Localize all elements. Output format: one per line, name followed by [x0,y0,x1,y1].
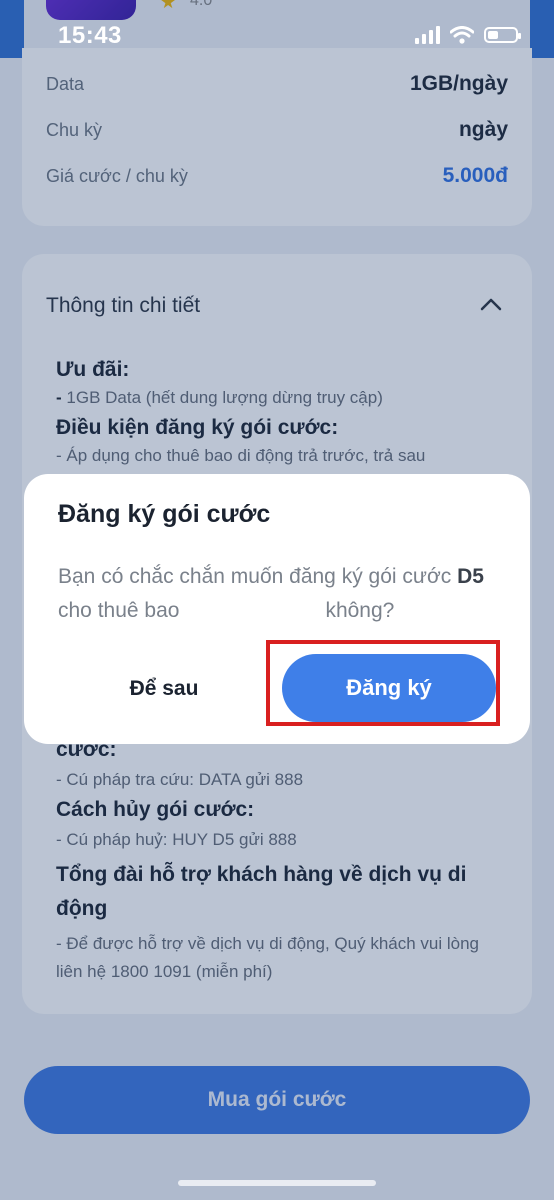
message-part3: không? [325,599,395,622]
message-part2: cho thuê bao [58,599,180,622]
wifi-icon [450,26,474,44]
status-time: 15:43 [58,22,122,49]
dialog-title: Đăng ký gói cước [58,500,271,528]
cellular-signal-icon [415,26,440,44]
register-button[interactable]: Đăng ký [282,654,496,722]
later-button[interactable]: Để sau [84,654,244,724]
status-icons [415,26,521,44]
message-part1: Bạn có chắc chắn muốn đăng ký gói cước [58,565,458,588]
register-confirm-dialog: Đăng ký gói cước Bạn có chắc chắn muốn đ… [24,474,530,744]
battery-icon [484,27,521,43]
home-indicator [178,1180,376,1186]
package-code: D5 [457,565,484,588]
dialog-message: Bạn có chắc chắn muốn đăng ký gói cước D… [58,560,498,628]
